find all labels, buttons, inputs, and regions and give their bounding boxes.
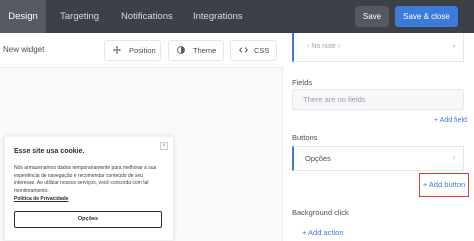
save-button[interactable]: Save [355, 6, 389, 27]
tab-notifications[interactable]: Notifications [121, 0, 173, 33]
close-icon[interactable]: × [160, 142, 168, 150]
widget-editor: Design Targeting Notifications Integrati… [0, 0, 474, 241]
top-navigation-bar: Design Targeting Notifications Integrati… [0, 0, 474, 33]
tab-design[interactable]: Design [0, 0, 46, 33]
position-label: Position [129, 46, 156, 55]
theme-button[interactable]: Theme [168, 40, 224, 61]
cookie-title: Esse site usa cookie. [14, 148, 85, 155]
save-and-close-button[interactable]: Save & close [395, 6, 458, 27]
widget-name[interactable]: New widget [3, 45, 44, 54]
privacy-policy-link[interactable]: Política de Privacidade [14, 196, 68, 202]
move-icon [113, 41, 121, 61]
contrast-icon [177, 41, 185, 61]
chevron-right-icon: › [453, 44, 455, 50]
position-button[interactable]: Position [104, 40, 161, 61]
add-field-link[interactable]: + Add field [434, 117, 467, 124]
note-placeholder: ‹ No note › [307, 43, 341, 50]
add-action-link[interactable]: + Add action [302, 228, 344, 237]
cookie-body: Nós armazenamos dados temporariamente pa… [14, 165, 164, 195]
cookie-body-text: Nós armazenamos dados temporariamente pa… [14, 165, 157, 194]
add-button-link[interactable]: + Add button [419, 173, 469, 197]
background-click-label: Background click [292, 208, 349, 217]
tab-targeting[interactable]: Targeting [60, 0, 99, 33]
buttons-section-label: Buttons [292, 133, 318, 142]
css-button[interactable]: CSS [230, 40, 277, 61]
chevron-right-icon: › [453, 155, 455, 161]
fields-section-label: Fields [292, 78, 313, 87]
button-item-opcoes[interactable]: Opções [292, 146, 464, 171]
code-icon [239, 41, 248, 61]
cookie-options-button[interactable]: Opções [14, 211, 162, 228]
fields-empty-state: There are no fields [292, 89, 464, 110]
theme-label: Theme [193, 46, 217, 55]
tab-integrations[interactable]: Integrations [193, 0, 243, 33]
css-label: CSS [254, 46, 270, 55]
